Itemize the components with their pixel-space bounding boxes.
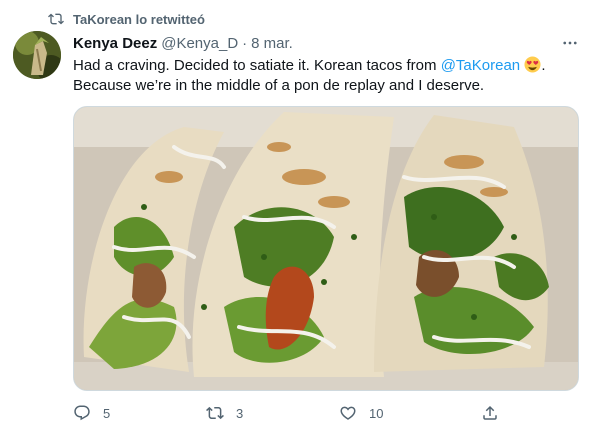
avatar[interactable] bbox=[13, 31, 61, 79]
retweet-action-icon bbox=[206, 406, 224, 420]
more-icon[interactable] bbox=[561, 34, 579, 52]
mention-link[interactable]: @TaKorean bbox=[441, 57, 520, 74]
tweet-text-part1: Had a craving. Decided to satiate it. Ko… bbox=[73, 57, 441, 74]
retweet-context: TaKorean lo retwitteó bbox=[47, 10, 205, 28]
separator-dot: · bbox=[242, 34, 248, 52]
tacos-photo bbox=[74, 107, 578, 390]
author-name[interactable]: Kenya Deez bbox=[73, 35, 157, 52]
reply-count: 5 bbox=[103, 405, 111, 421]
tweet-header: Kenya Deez @Kenya_D · 8 mar. bbox=[73, 33, 579, 53]
share-icon bbox=[483, 405, 497, 420]
retweet-button[interactable]: 3 bbox=[206, 402, 243, 424]
reply-button[interactable]: 5 bbox=[73, 402, 110, 424]
like-icon bbox=[340, 406, 356, 420]
tweet-text: Had a craving. Decided to satiate it. Ko… bbox=[73, 56, 573, 96]
like-count: 10 bbox=[369, 405, 384, 421]
tweet-timestamp[interactable]: 8 mar. bbox=[251, 35, 293, 52]
tweet-text-line2: Because we’re in the middle of a pon de … bbox=[73, 77, 485, 94]
retweet-context-label[interactable]: TaKorean lo retwitteó bbox=[73, 12, 205, 27]
tweet-actions: 5 3 10 bbox=[73, 402, 579, 424]
tweet-text-part2: . bbox=[541, 57, 546, 74]
heart-eyes-emoji bbox=[524, 56, 541, 73]
retweet-count: 3 bbox=[236, 405, 244, 421]
share-button[interactable] bbox=[481, 402, 511, 424]
retweet-icon bbox=[48, 13, 64, 25]
tweet-photo[interactable] bbox=[73, 106, 579, 391]
like-button[interactable]: 10 bbox=[339, 402, 383, 424]
author-handle[interactable]: @Kenya_D bbox=[161, 35, 238, 52]
reply-icon bbox=[74, 405, 90, 421]
